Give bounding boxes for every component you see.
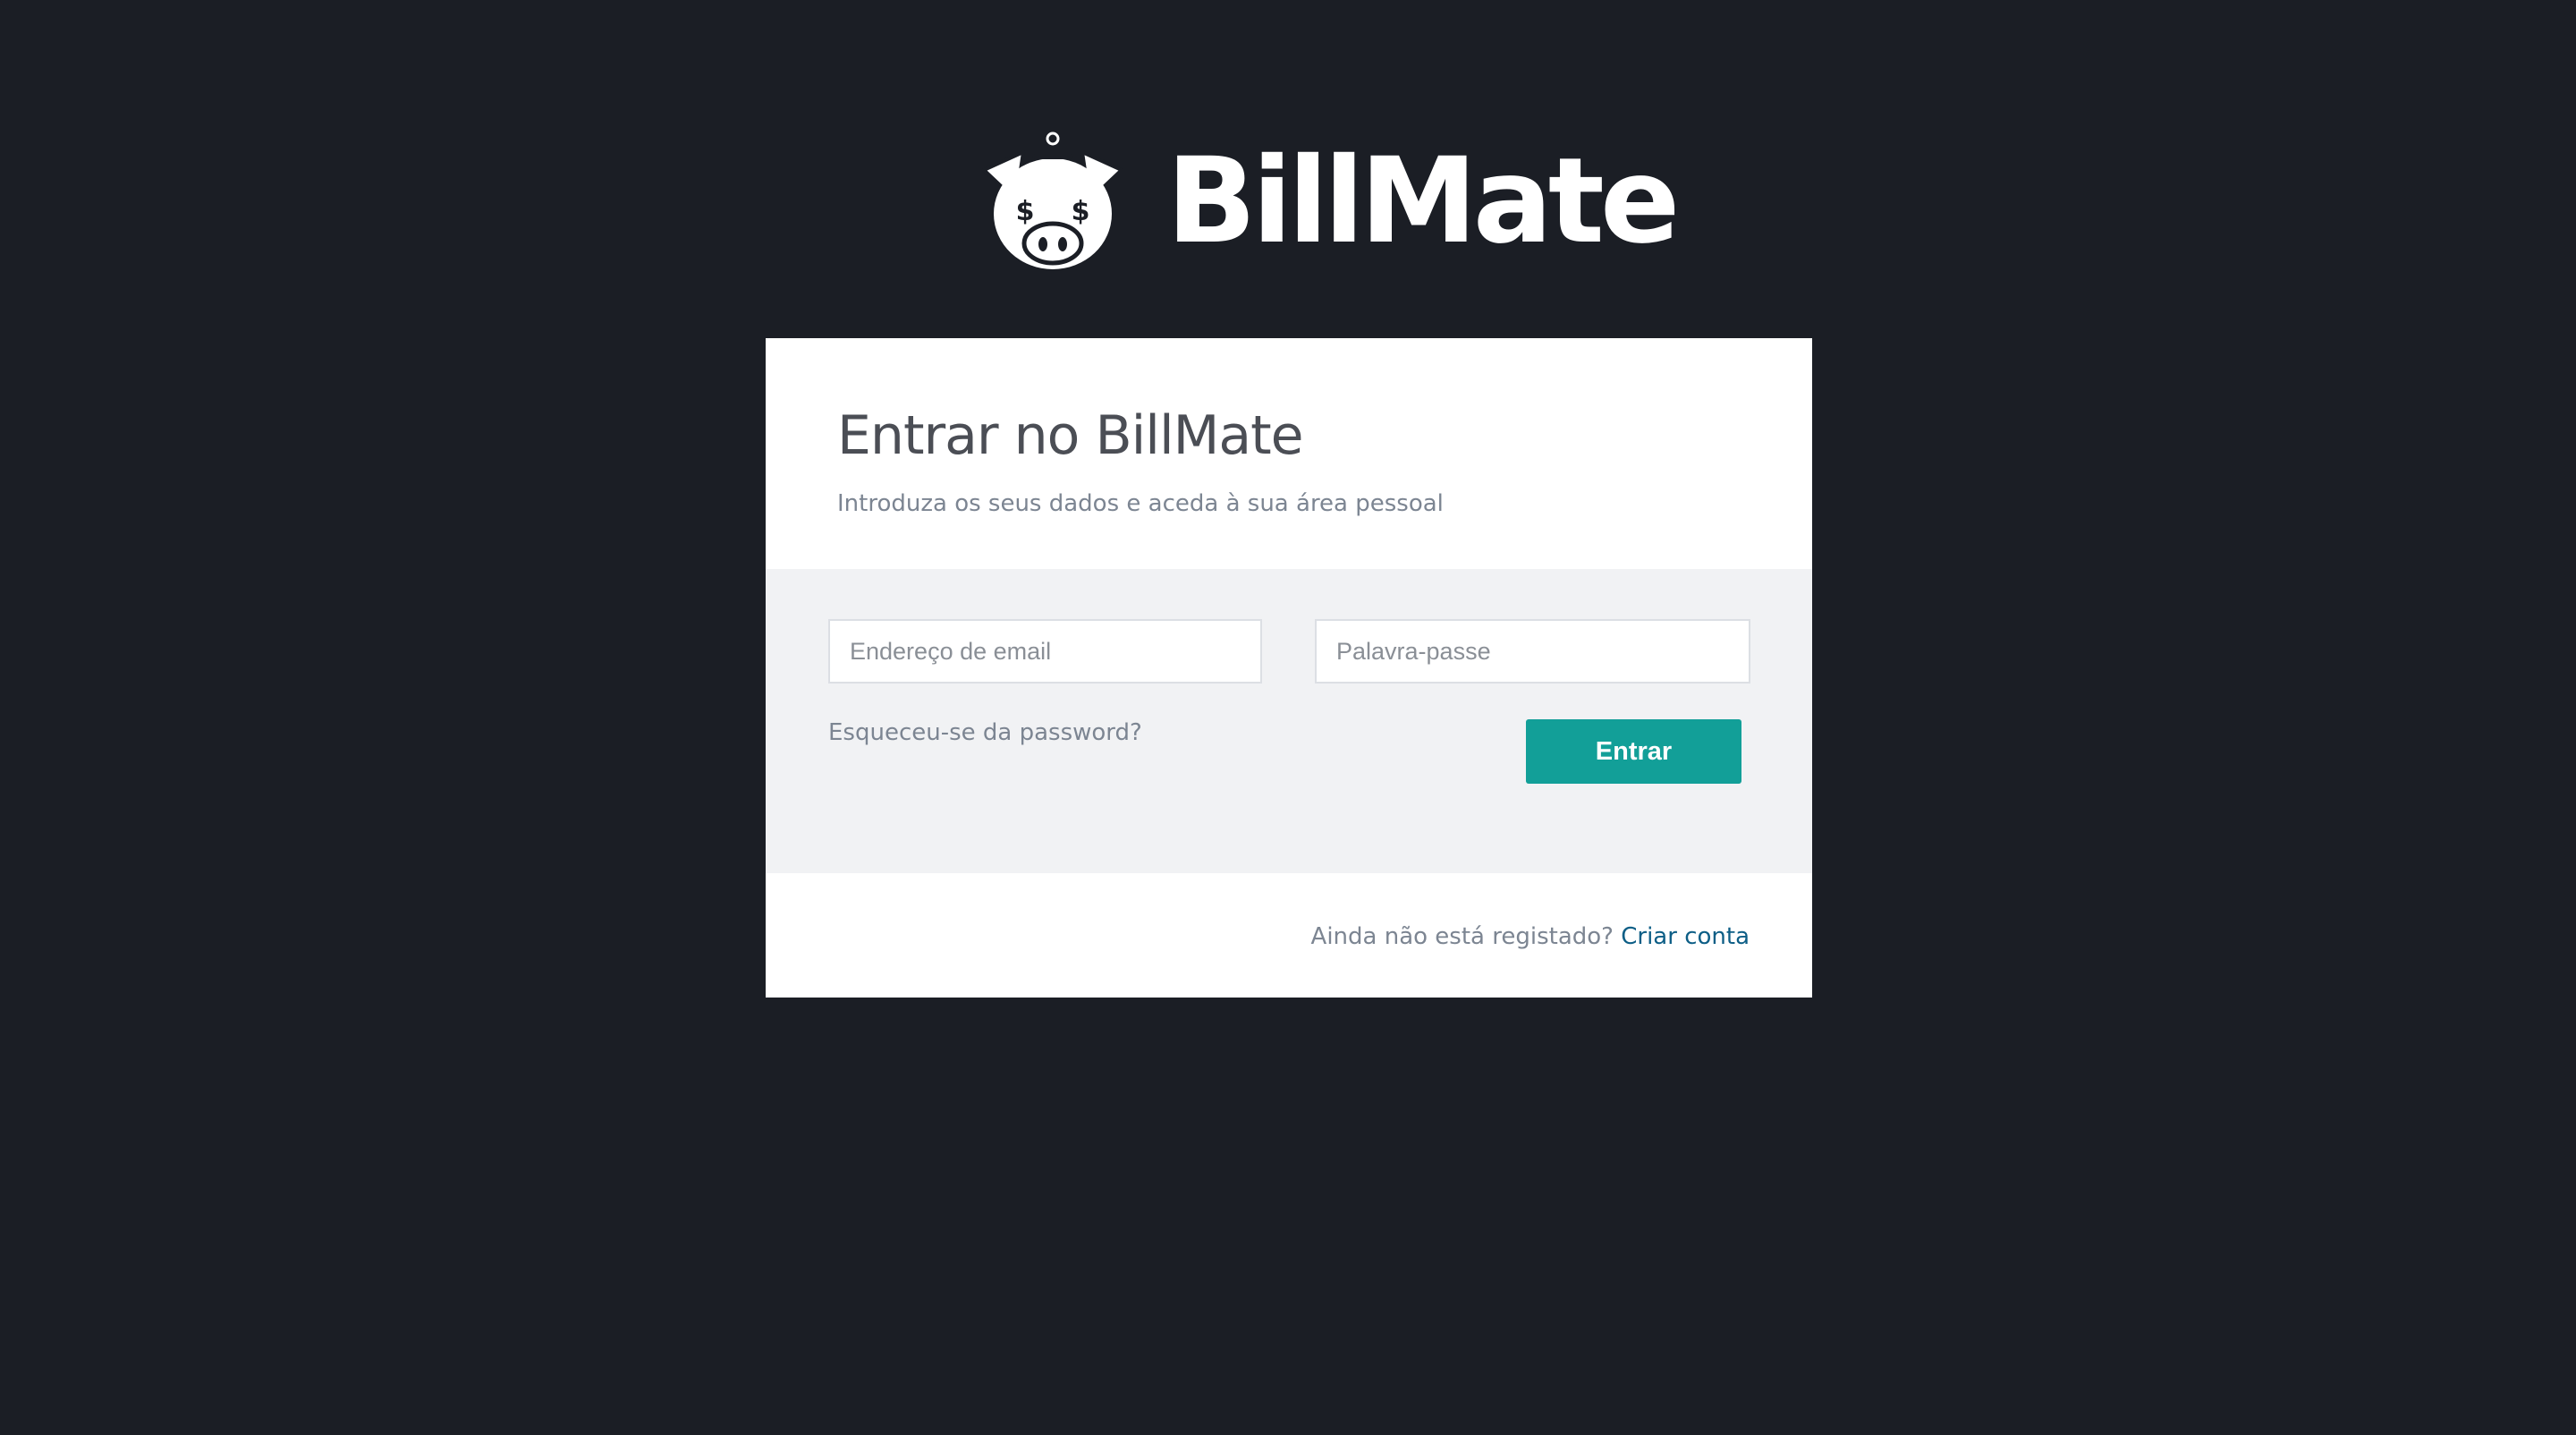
login-button[interactable]: Entrar <box>1526 719 1741 784</box>
password-field[interactable] <box>1315 619 1750 684</box>
signup-prompt: Ainda não está registado? Criar conta <box>1311 923 1750 950</box>
page-subtitle: Introduza os seus dados e aceda à sua ár… <box>837 490 1444 517</box>
svg-text:$: $ <box>1016 196 1035 227</box>
signup-footer: Ainda não está registado? Criar conta <box>766 873 1812 998</box>
login-header: Entrar no BillMate Introduza os seus dad… <box>766 338 1812 569</box>
brand-name: BillMate <box>1166 132 1680 270</box>
login-form: Esqueceu-se da password? Entrar <box>766 569 1812 873</box>
signup-prompt-text: Ainda não está registado? <box>1310 923 1614 950</box>
piggy-bank-icon: $ $ <box>982 132 1123 269</box>
forgot-password-link[interactable]: Esqueceu-se da password? <box>828 719 1142 746</box>
svg-text:$: $ <box>1072 196 1090 227</box>
email-field[interactable] <box>828 619 1262 684</box>
brand-logo: $ $ BillMate <box>979 131 1680 272</box>
page-title: Entrar no BillMate <box>837 404 1304 467</box>
login-card: Entrar no BillMate Introduza os seus dad… <box>766 338 1812 998</box>
create-account-link[interactable]: Criar conta <box>1621 923 1750 950</box>
